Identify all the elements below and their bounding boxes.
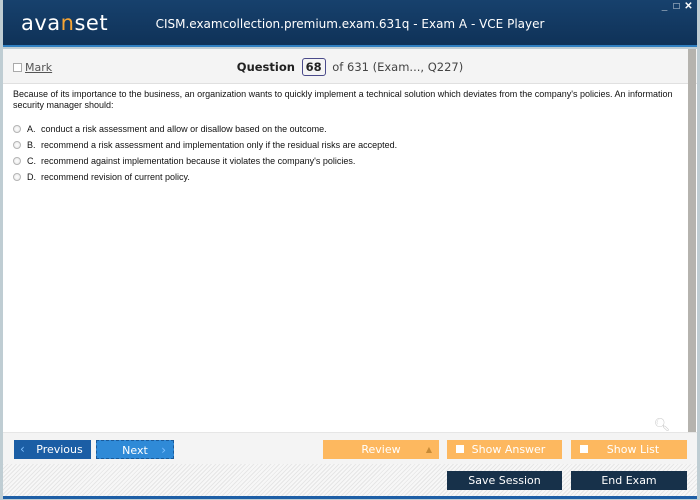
footer-accent-line	[3, 496, 697, 499]
checkbox-icon[interactable]	[580, 445, 588, 453]
option-d[interactable]: D. recommend revision of current policy.	[13, 169, 678, 185]
question-number-input[interactable]: 68	[301, 58, 326, 76]
option-text: recommend against implementation because…	[41, 155, 356, 166]
title-bar: avanset CISM.examcollection.premium.exam…	[3, 0, 697, 47]
review-button[interactable]: Review ▲	[323, 440, 439, 459]
vertical-scrollbar[interactable]	[688, 49, 696, 432]
radio-icon[interactable]	[13, 141, 21, 149]
window-controls: _ □ ✕	[660, 2, 693, 12]
question-panel: Mark Question 68 of 631 (Exam..., Q227) …	[3, 49, 697, 474]
show-list-button[interactable]: Show List	[571, 440, 687, 459]
option-c[interactable]: C. recommend against implementation beca…	[13, 153, 678, 169]
footer-bar: Save Session End Exam	[3, 464, 697, 497]
radio-icon[interactable]	[13, 125, 21, 133]
option-letter: A.	[27, 123, 36, 134]
question-header: Mark Question 68 of 631 (Exam..., Q227)	[3, 49, 697, 84]
window-title: CISM.examcollection.premium.exam.631q - …	[155, 17, 545, 31]
option-letter: C.	[27, 155, 36, 166]
question-text: Because of its importance to the busines…	[13, 89, 673, 110]
end-exam-button[interactable]: End Exam	[571, 471, 687, 490]
option-letter: D.	[27, 171, 36, 182]
option-b[interactable]: B. recommend a risk assessment and imple…	[13, 137, 678, 153]
radio-icon[interactable]	[13, 157, 21, 165]
next-label: Next	[122, 444, 148, 457]
show-list-label: Show List	[606, 443, 660, 456]
radio-icon[interactable]	[13, 173, 21, 181]
previous-label: Previous	[36, 443, 83, 456]
question-total: of 631 (Exam..., Q227)	[332, 60, 464, 74]
chevron-left-icon: ‹	[20, 442, 25, 456]
option-letter: B.	[27, 139, 36, 150]
option-text: recommend a risk assessment and implemen…	[41, 139, 398, 150]
maximize-icon[interactable]: □	[672, 2, 681, 12]
option-text: recommend revision of current policy.	[41, 171, 190, 182]
minimize-icon[interactable]: _	[660, 2, 669, 12]
triangle-up-icon: ▲	[425, 445, 432, 454]
next-button[interactable]: Next ›	[96, 440, 174, 459]
question-counter: Question 68 of 631 (Exam..., Q227)	[3, 58, 697, 76]
previous-button[interactable]: ‹ Previous	[14, 440, 91, 459]
show-answer-button[interactable]: Show Answer	[447, 440, 562, 459]
question-body: Because of its importance to the busines…	[13, 89, 678, 185]
option-a[interactable]: A. conduct a risk assessment and allow o…	[13, 121, 678, 137]
close-icon[interactable]: ✕	[684, 2, 693, 12]
checkbox-icon[interactable]	[456, 445, 464, 453]
review-label: Review	[361, 443, 401, 456]
chevron-right-icon: ›	[161, 443, 166, 457]
option-text: conduct a risk assessment and allow or d…	[41, 123, 327, 134]
show-answer-label: Show Answer	[471, 443, 546, 456]
answer-options: A. conduct a risk assessment and allow o…	[13, 121, 678, 185]
app-window: avanset CISM.examcollection.premium.exam…	[0, 0, 700, 500]
question-label: Question	[236, 60, 295, 74]
save-session-button[interactable]: Save Session	[447, 471, 562, 490]
navigation-bar: ‹ Previous Next › Review ▲ Show Answer S…	[3, 432, 697, 465]
